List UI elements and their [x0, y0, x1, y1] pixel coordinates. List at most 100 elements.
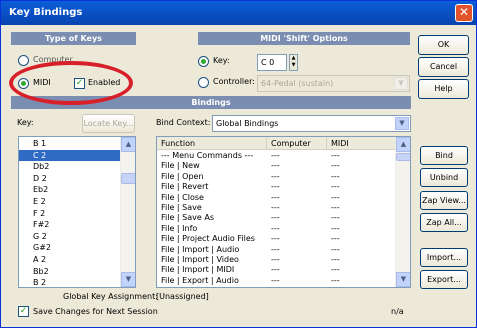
computer-cell: ---: [271, 213, 280, 223]
controller-value: 64-Pedal (sustain): [261, 79, 334, 88]
table-row[interactable]: File | Info --- ---: [157, 224, 395, 234]
computer-cell: ---: [271, 275, 280, 285]
midi-cell: ---: [331, 255, 340, 264]
bind-button[interactable]: Bind: [420, 146, 468, 165]
locate-key-button[interactable]: Locate Key...: [82, 114, 135, 133]
key-list-item[interactable]: E 2: [19, 196, 120, 208]
table-row[interactable]: File | Save As --- ---: [157, 213, 395, 223]
scroll-thumb[interactable]: [396, 153, 410, 161]
scroll-down-icon[interactable]: ▼: [121, 272, 135, 287]
enabled-checkbox[interactable]: ✓: [74, 78, 85, 89]
key-list-item[interactable]: Db2: [19, 161, 120, 173]
table-row[interactable]: File | Import | MIDI --- ---: [157, 265, 395, 275]
zap-all-button[interactable]: Zap All...: [420, 213, 468, 232]
midi-cell: ---: [331, 171, 340, 181]
key-listbox[interactable]: B 1C 2 Db2 D 2 Eb2 E 2F 2 F#2 G 2 G#2 A 2 Bb2 B 2 …: [18, 136, 136, 288]
table-row[interactable]: --- Menu Commands --- --- ---: [157, 151, 395, 161]
key-list-item[interactable]: B 2: [19, 277, 120, 287]
key-list-item[interactable]: B 1: [19, 138, 120, 150]
key-list-item[interactable]: G#2: [19, 242, 120, 254]
zap-view-button[interactable]: Zap View...: [420, 191, 468, 210]
column-header-midi[interactable]: MIDI: [327, 137, 397, 150]
key-list-item[interactable]: D 2: [19, 173, 120, 185]
bindings-header: Bindings: [11, 96, 411, 109]
column-header-computer[interactable]: Computer: [267, 137, 327, 150]
scroll-up-icon[interactable]: ▲: [121, 137, 135, 152]
chevron-down-icon: ▼: [395, 117, 409, 130]
window-title: Key Bindings: [9, 7, 83, 18]
key-shift-label: Key:: [213, 56, 230, 65]
table-row[interactable]: File | Save --- ---: [157, 203, 395, 213]
enabled-label: Enabled: [88, 78, 121, 87]
column-header-function[interactable]: Function: [157, 137, 267, 150]
shift-key-field[interactable]: C 0: [257, 54, 287, 71]
key-list-item[interactable]: Eb2: [19, 184, 120, 196]
key-list-item[interactable]: G 2: [19, 231, 120, 243]
table-row[interactable]: File | New --- ---: [157, 161, 395, 171]
status-value: n/a: [391, 307, 404, 316]
key-list-label: Key:: [17, 118, 34, 127]
function-cell: File | Close: [161, 192, 204, 202]
bind-context-dropdown[interactable]: Global Bindings ▼: [212, 115, 411, 132]
table-row[interactable]: File | Project Audio Files --- ---: [157, 234, 395, 244]
computer-cell: ---: [271, 244, 280, 254]
global-assignment-value: [Unassigned]: [156, 292, 209, 301]
computer-cell: ---: [271, 182, 280, 192]
key-list-item[interactable]: F#2: [19, 219, 120, 231]
computer-label: Computer: [33, 55, 73, 64]
help-button[interactable]: Help: [418, 79, 469, 99]
ok-button[interactable]: OK: [418, 35, 469, 55]
function-cell: File | Open: [161, 171, 204, 181]
key-list-item[interactable]: Bb2: [19, 266, 120, 278]
computer-cell: ---: [271, 192, 280, 202]
controller-radio[interactable]: [198, 77, 209, 88]
function-cell: --- Menu Commands ---: [161, 151, 254, 160]
key-bindings-dialog: Key Bindings ✕ Type of Keys Computer MID…: [0, 0, 477, 328]
import-button[interactable]: Import...: [420, 248, 468, 267]
computer-radio[interactable]: [18, 55, 29, 66]
table-row[interactable]: File | Revert --- ---: [157, 182, 395, 192]
key-list-scrollbar[interactable]: ▲ ▼: [120, 137, 135, 287]
function-cell: File | Project Audio Files: [161, 234, 255, 244]
save-changes-checkbox[interactable]: ✓: [18, 306, 29, 317]
table-row[interactable]: File | Close --- ---: [157, 193, 395, 203]
bind-context-value: Global Bindings: [216, 119, 279, 128]
function-cell: File | Save: [161, 203, 202, 212]
unbind-button[interactable]: Unbind: [420, 168, 468, 187]
key-list-item[interactable]: F 2: [19, 208, 120, 220]
table-row[interactable]: File | Export | Audio --- ---: [157, 276, 395, 286]
midi-cell: ---: [331, 223, 340, 233]
midi-cell: ---: [331, 244, 340, 254]
shift-key-spinner[interactable]: ▲ ▼: [289, 54, 298, 71]
function-cell: File | Info: [161, 223, 198, 233]
controller-dropdown[interactable]: 64-Pedal (sustain) ▼: [257, 75, 410, 92]
scroll-thumb[interactable]: [121, 173, 135, 184]
scroll-up-icon[interactable]: ▲: [396, 137, 410, 152]
midi-cell: ---: [331, 234, 340, 244]
table-row[interactable]: File | Import | Audio --- ---: [157, 245, 395, 255]
shift-key-value: C 0: [261, 58, 275, 67]
midi-shift-options-header: MIDI 'Shift' Options: [198, 32, 410, 45]
function-cell: File | Revert: [161, 182, 209, 192]
computer-cell: ---: [271, 223, 280, 233]
bindings-table[interactable]: Function Computer MIDI --- Menu Commands…: [156, 136, 411, 288]
close-button[interactable]: ✕: [455, 4, 473, 22]
computer-cell: ---: [271, 234, 280, 244]
midi-cell: ---: [331, 213, 340, 223]
cancel-button[interactable]: Cancel: [418, 57, 469, 77]
export-button[interactable]: Export...: [420, 270, 468, 289]
table-row[interactable]: File | Import | Video --- ---: [157, 255, 395, 265]
function-cell: File | Import | Audio: [161, 244, 240, 254]
type-of-keys-header: Type of Keys: [11, 32, 136, 45]
bindings-scrollbar[interactable]: ▲ ▼: [395, 137, 410, 287]
computer-cell: ---: [271, 255, 280, 264]
key-radio[interactable]: [198, 56, 209, 67]
global-assignment-label: Global Key Assignment:: [63, 292, 158, 301]
function-cell: File | Import | Video: [161, 255, 239, 264]
midi-radio[interactable]: [18, 78, 29, 89]
table-row[interactable]: File | Open --- ---: [157, 172, 395, 182]
key-list-item[interactable]: C 2: [19, 149, 120, 162]
scroll-down-icon[interactable]: ▼: [396, 272, 410, 287]
key-list-item[interactable]: A 2: [19, 254, 120, 266]
save-changes-label: Save Changes for Next Session: [33, 307, 158, 316]
